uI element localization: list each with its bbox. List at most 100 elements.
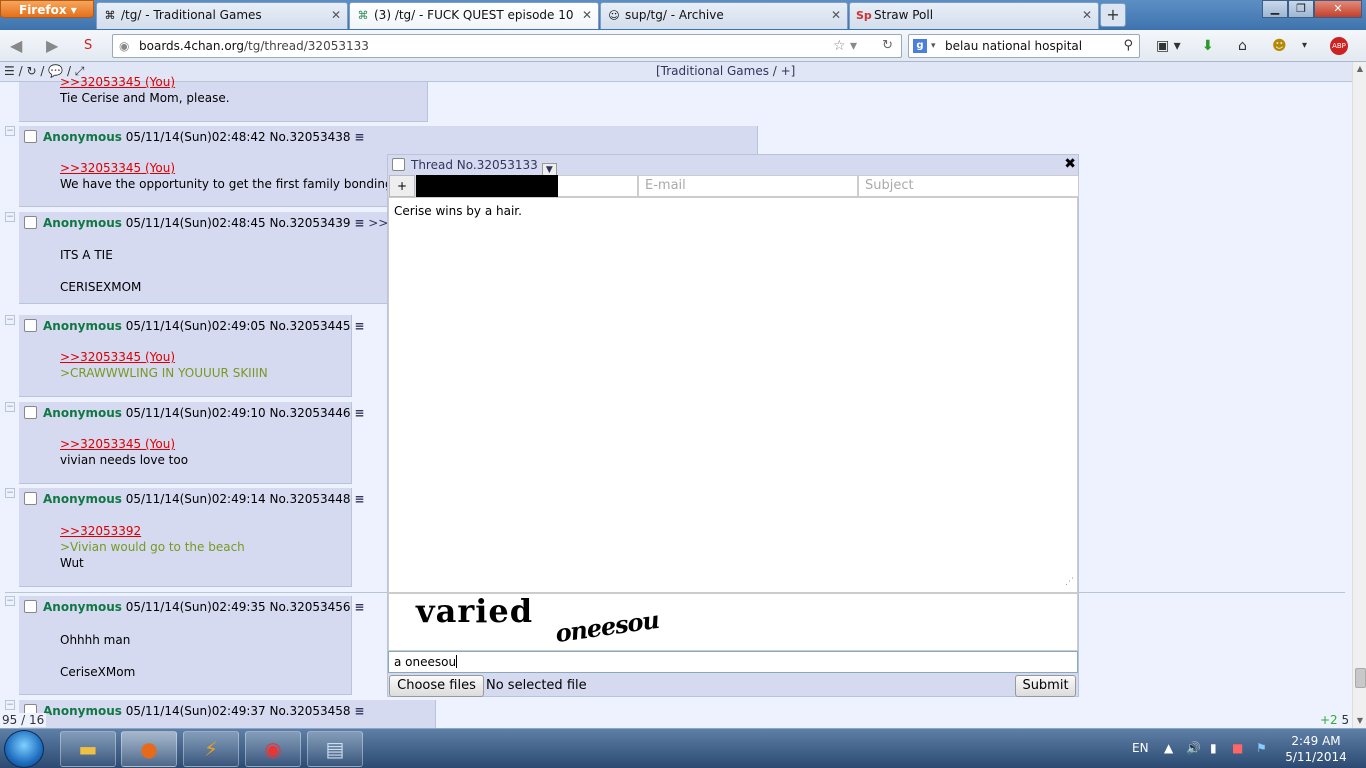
forward-arrow-icon[interactable]: ▶ (46, 36, 58, 55)
notepad-taskbar-icon[interactable]: ▤ (307, 731, 363, 767)
search-engine-dropdown-icon[interactable]: ▾ (931, 35, 936, 57)
post-checkbox[interactable] (24, 600, 37, 613)
firefox-menu-button[interactable]: Firefox ▾ (0, 0, 94, 18)
close-tab-icon[interactable]: ✕ (1082, 3, 1092, 28)
post-menu-icon[interactable]: ≡ (354, 406, 364, 420)
scrollbar-thumb[interactable] (1355, 668, 1366, 688)
chrome-icon: ◉ (264, 737, 282, 761)
resize-grip-icon[interactable]: ⋰ (1065, 574, 1074, 590)
tab-fuck-quest[interactable]: ⌘ (3) /tg/ - FUCK QUEST episode 10 ✕ (349, 2, 599, 29)
quotelink[interactable]: >>32053345 (You) (60, 349, 268, 365)
show-hidden-icons-icon[interactable]: ▲ (1164, 741, 1173, 755)
clock[interactable]: 2:49 AM 5/11/2014 (1284, 733, 1348, 765)
search-icon[interactable]: ⚲ (1123, 35, 1133, 57)
tab-archive[interactable]: ☺ sup/tg/ - Archive ✕ (600, 2, 848, 29)
post-number-link[interactable]: No.32053458 (270, 704, 351, 718)
back-arrow-icon[interactable]: ◀ (10, 36, 22, 55)
download-icon[interactable]: ⬇ (1202, 38, 1214, 54)
start-button[interactable] (4, 730, 44, 768)
post-checkbox[interactable] (24, 319, 37, 332)
email-field[interactable]: E-mail (638, 175, 858, 197)
post-checkbox[interactable] (24, 406, 37, 419)
scroll-down-arrow-icon[interactable]: ▼ (1353, 714, 1366, 728)
refresh-icon[interactable]: ↻ (26, 64, 36, 78)
tab-straw-poll[interactable]: Sp Straw Poll ✕ (849, 2, 1099, 29)
bookmarks-menu-icon[interactable]: ▣ ▾ (1156, 38, 1181, 54)
hide-post-button[interactable]: − (5, 488, 15, 498)
comment-textarea[interactable]: Cerise wins by a hair. ⋰ (388, 197, 1078, 593)
post-number-link[interactable]: No.32053438 (270, 130, 351, 144)
post-menu-icon[interactable]: ≡ (354, 130, 364, 144)
hide-post-button[interactable]: − (5, 126, 15, 136)
hide-post-button[interactable]: − (5, 402, 15, 412)
home-icon[interactable]: ⌂ (1238, 38, 1247, 54)
post-header: Anonymous 05/11/14(Sun)02:49:37 No.32053… (24, 704, 364, 718)
quotelink[interactable]: >>32053345 (You) (60, 74, 230, 90)
choose-files-button[interactable]: Choose files (389, 675, 484, 697)
noscript-icon[interactable]: S (84, 38, 92, 53)
post-checkbox[interactable] (24, 130, 37, 143)
reload-icon[interactable]: ↻ (882, 35, 893, 57)
hide-post-button[interactable]: − (5, 596, 15, 606)
chrome-taskbar-icon[interactable]: ◉ (245, 731, 301, 767)
post-checkbox[interactable] (24, 216, 37, 229)
qr-autohide-checkbox[interactable] (392, 158, 405, 171)
post-menu-icon[interactable]: ≡ (354, 704, 364, 718)
greasemonkey-icon[interactable]: ☻ (1272, 38, 1287, 54)
minimize-button[interactable]: ▁ (1262, 0, 1288, 18)
google-icon[interactable]: g (913, 39, 927, 53)
security-icon[interactable]: ■ (1232, 741, 1243, 755)
post-number-link[interactable]: No.32053446 (270, 406, 351, 420)
explorer-taskbar-icon[interactable]: ▬ (60, 731, 116, 767)
close-window-button[interactable]: ✕ (1314, 0, 1362, 18)
hide-post-button[interactable]: − (5, 315, 15, 325)
post-menu-icon[interactable]: ≡ (354, 600, 364, 614)
volume-icon[interactable]: 🔊 (1186, 741, 1201, 755)
post-checkbox[interactable] (24, 492, 37, 505)
submit-button[interactable]: Submit (1015, 675, 1076, 697)
tab-traditional-games[interactable]: ⌘ /tg/ - Traditional Games ✕ (96, 2, 348, 29)
qr-title-bar[interactable]: Thread No.32053133 ▼ (392, 157, 557, 178)
post-number-link[interactable]: No.32053445 (270, 319, 351, 333)
captcha-image[interactable]: varied oneesou (388, 593, 1078, 651)
flag-icon[interactable]: ⚑ (1256, 741, 1267, 755)
post-menu-icon[interactable]: ≡ (354, 216, 364, 230)
hide-post-button[interactable]: − (5, 700, 15, 710)
hide-post-button[interactable]: − (5, 212, 15, 222)
firefox-taskbar-icon[interactable]: ● (121, 731, 177, 767)
post-message: >>32053345 (You) vivian needs love too (60, 436, 189, 467)
close-icon[interactable]: ✖ (1064, 156, 1076, 172)
quotelink[interactable]: >>32053345 (You) (60, 160, 409, 176)
site-identity-icon[interactable]: ◉ (119, 35, 129, 57)
quotelink[interactable]: >>32053345 (You) (60, 436, 188, 452)
vertical-scrollbar[interactable]: ▲ ▼ (1352, 62, 1366, 728)
network-icon[interactable]: ▮ (1210, 741, 1217, 755)
post-menu-icon[interactable]: ≡ (354, 492, 364, 506)
close-tab-icon[interactable]: ✕ (331, 3, 341, 28)
winamp-taskbar-icon[interactable]: ⚡ (183, 731, 239, 767)
url-bar[interactable]: ◉ boards.4chan.org/tg/thread/32053133 ☆ … (112, 34, 902, 58)
post-number-link[interactable]: No.32053456 (270, 600, 351, 614)
name-field[interactable] (416, 175, 558, 197)
name-field-remainder[interactable] (558, 175, 638, 197)
quotelink[interactable]: >>32053392 (60, 523, 245, 539)
post-number-link[interactable]: No.32053439 (270, 216, 351, 230)
menu-icon[interactable]: ☰ (4, 64, 15, 78)
captcha-input[interactable]: a oneesou (388, 651, 1078, 673)
subject-field[interactable]: Subject (858, 175, 1079, 197)
add-post-button[interactable]: + (389, 175, 415, 197)
adblock-icon[interactable]: ABP (1330, 37, 1348, 55)
board-nav[interactable]: [Traditional Games / +] (656, 62, 795, 81)
post-menu-icon[interactable]: ≡ (354, 319, 364, 333)
thread-updater[interactable]: +2 5 (1320, 713, 1349, 727)
new-tab-button[interactable]: + (1100, 3, 1126, 27)
language-indicator[interactable]: EN (1132, 741, 1149, 755)
post-number-link[interactable]: No.32053448 (270, 492, 351, 506)
close-tab-icon[interactable]: ✕ (582, 3, 592, 28)
close-tab-icon[interactable]: ✕ (831, 3, 841, 28)
maximize-button[interactable]: ❐ (1288, 0, 1314, 18)
bookmark-star-icon[interactable]: ☆ ▾ (833, 35, 857, 57)
scroll-up-arrow-icon[interactable]: ▲ (1353, 62, 1366, 76)
search-bar[interactable]: g ▾ belau national hospital ⚲ (908, 34, 1140, 58)
menu-dropdown-icon[interactable]: ▾ (1302, 38, 1307, 54)
